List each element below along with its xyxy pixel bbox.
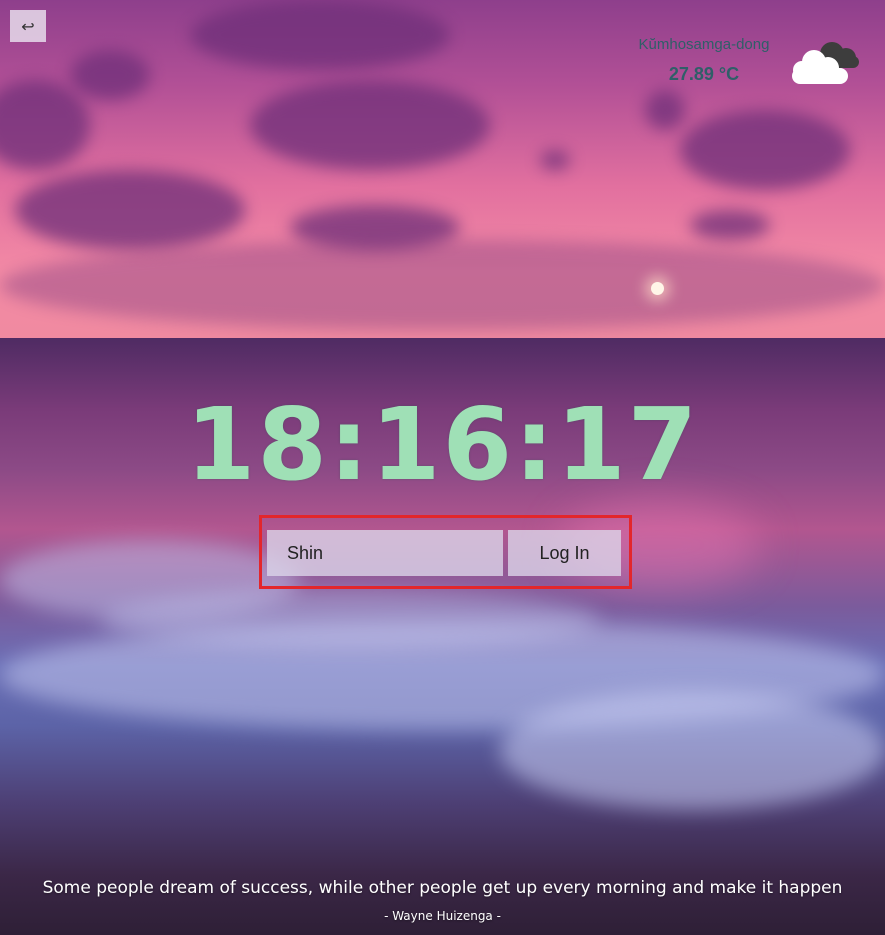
login-button[interactable]: Log In (508, 530, 621, 576)
cloud-shape (70, 50, 150, 100)
cloud-shape (250, 80, 490, 170)
back-button[interactable]: ↩ (10, 10, 46, 42)
weather-temperature: 27.89 °C (668, 64, 740, 84)
page-root: ↩ Kŭmhosamga-dong 27.89 °C 18:16:17 Log … (0, 0, 885, 935)
weather-city: Kŭmhosamga-dong (638, 36, 770, 53)
clock: 18:16:17 (185, 386, 700, 503)
cloud-shape (540, 150, 570, 170)
cloud-shape (645, 90, 685, 130)
cloud-shape (15, 170, 245, 250)
login-form: Log In (259, 515, 632, 589)
name-input[interactable] (267, 530, 503, 576)
quote-author: - Wayne Huizenga - (384, 909, 501, 923)
quote-text: Some people dream of success, while othe… (42, 878, 843, 898)
cloud-shape (690, 210, 770, 240)
weather-widget: Kŭmhosamga-dong 27.89 °C (620, 34, 860, 94)
cloud-icon (792, 42, 859, 84)
back-arrow-icon: ↩ (21, 16, 35, 36)
sun (651, 282, 664, 295)
cloud-shape (190, 0, 450, 70)
wave-foam (500, 690, 885, 810)
cloud-shape (680, 110, 850, 190)
wave-foam (100, 590, 600, 650)
cloud-shape (0, 240, 885, 330)
